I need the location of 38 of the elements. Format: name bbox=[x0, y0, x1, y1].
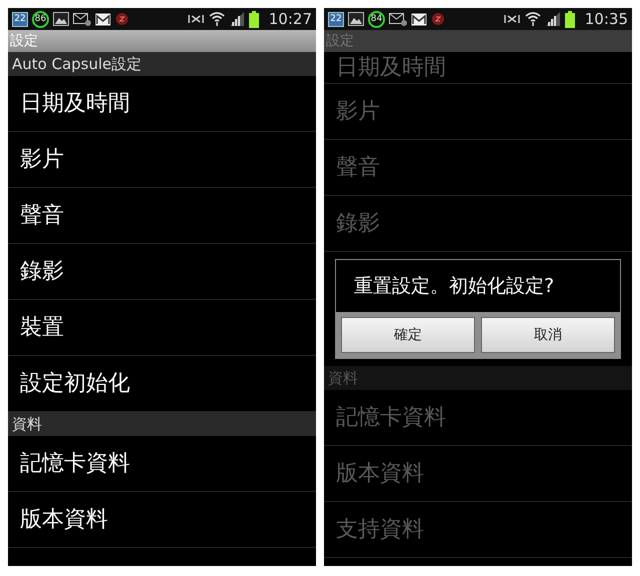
section-header: 資料 bbox=[8, 412, 316, 436]
signal-icon bbox=[544, 12, 561, 26]
signal-icon bbox=[228, 12, 245, 26]
menu-item[interactable]: 影片 bbox=[20, 143, 64, 176]
image-icon bbox=[53, 12, 69, 26]
menu-item[interactable]: 聲音 bbox=[20, 199, 64, 232]
menu-item[interactable]: 裝置 bbox=[20, 311, 64, 344]
battery-ring-icon: 84 bbox=[368, 10, 385, 28]
dialog-button[interactable]: 確定 bbox=[341, 317, 475, 353]
mail-icon bbox=[73, 12, 91, 26]
battery-icon bbox=[564, 10, 575, 28]
title-bar: 設定 bbox=[324, 30, 632, 52]
title-bar: 設定 bbox=[8, 30, 316, 52]
battery-icon bbox=[248, 10, 259, 28]
wifi-icon bbox=[524, 11, 541, 27]
mail-icon bbox=[389, 12, 407, 26]
alarm-icon bbox=[115, 12, 129, 26]
menu-item[interactable]: 版本資料 bbox=[20, 503, 108, 536]
section-header: Auto Capsule設定 bbox=[8, 52, 316, 76]
battery-ring-icon: 86 bbox=[32, 10, 49, 28]
dialog-message: 重置設定。初始化設定? bbox=[354, 274, 554, 299]
menu-item[interactable]: 日期及時間 bbox=[20, 87, 130, 120]
image-icon bbox=[348, 12, 364, 26]
mute-icon bbox=[186, 12, 205, 26]
menu-item[interactable]: 錄影 bbox=[20, 255, 64, 288]
menu-item[interactable]: 記憶卡資料 bbox=[20, 447, 130, 480]
wifi-icon bbox=[208, 11, 225, 27]
mute-icon bbox=[502, 12, 521, 26]
calendar-icon: 22 bbox=[328, 12, 344, 26]
dialog-button[interactable]: 取消 bbox=[481, 317, 615, 353]
gmail-icon bbox=[411, 12, 427, 26]
calendar-icon: 22 bbox=[12, 12, 28, 26]
clock-time: 10:27 bbox=[268, 8, 312, 30]
gmail-icon bbox=[95, 12, 111, 26]
alarm-icon bbox=[431, 12, 445, 26]
section-header: 資料 bbox=[324, 366, 632, 390]
clock-time: 10:35 bbox=[584, 8, 628, 30]
menu-item[interactable]: 設定初始化 bbox=[20, 367, 130, 400]
